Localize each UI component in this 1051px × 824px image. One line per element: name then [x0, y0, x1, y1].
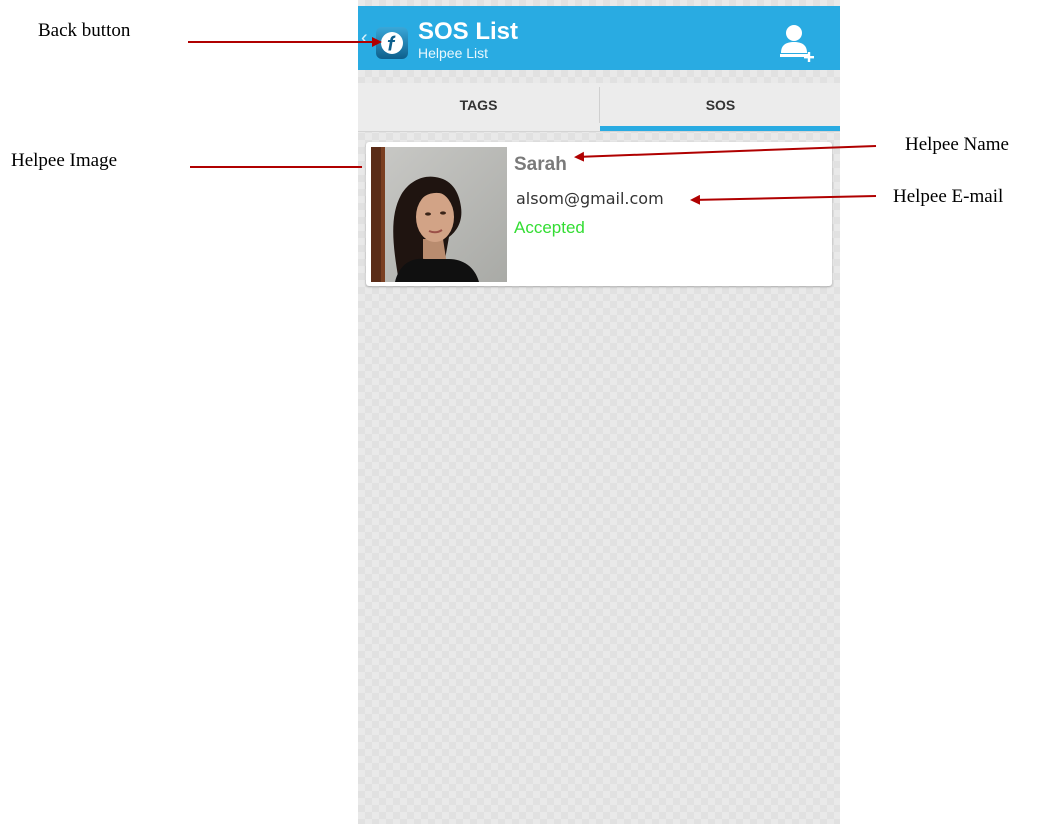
annotation-helpee-name: Helpee Name: [905, 134, 1009, 155]
helpee-photo-image: [371, 147, 507, 282]
helpee-status: Accepted: [514, 218, 585, 237]
action-bar: ‹ SOS List Helpee List: [358, 6, 840, 70]
add-user-icon[interactable]: [776, 21, 816, 65]
screen-subtitle: Helpee List: [418, 45, 489, 61]
helpee-card[interactable]: Sarah alsom@gmail.com Accepted: [366, 142, 832, 286]
annotation-helpee-image: Helpee Image: [11, 150, 118, 171]
helpee-photo: [371, 147, 507, 282]
screen-title: SOS List: [418, 18, 519, 45]
annotation-helpee-email: Helpee E-mail: [893, 186, 1004, 207]
back-chevron-icon[interactable]: ‹: [361, 28, 368, 48]
helpee-name: Sarah: [514, 154, 567, 175]
tab-selected-indicator: [600, 126, 840, 131]
helpee-email: alsom@gmail.com: [516, 189, 664, 208]
app-logo-icon[interactable]: [376, 27, 408, 59]
tab-sos-label: SOS: [705, 97, 736, 113]
tab-bar: TAGS SOS: [358, 83, 840, 132]
annotation-back-button: Back button: [38, 20, 131, 41]
tab-tags[interactable]: TAGS: [358, 83, 599, 131]
phone-screen: ‹ SOS List Helpee List TAGS SOS Sarah al…: [358, 0, 840, 824]
tab-sos[interactable]: SOS: [600, 83, 840, 131]
